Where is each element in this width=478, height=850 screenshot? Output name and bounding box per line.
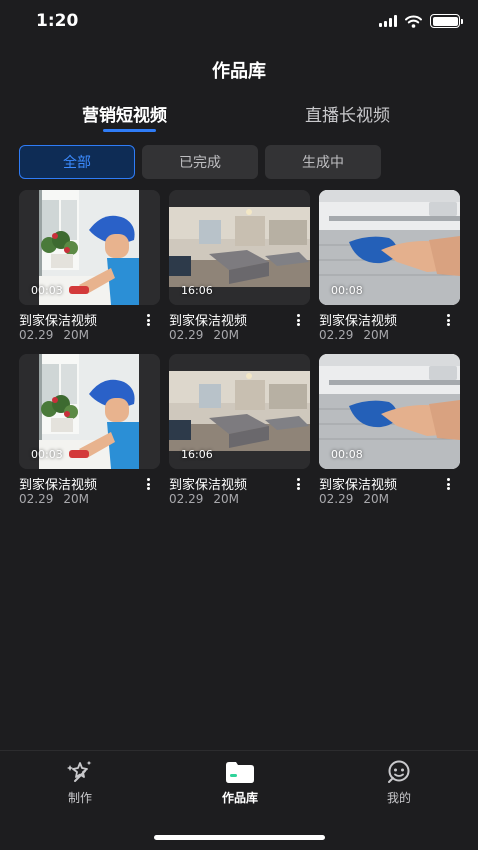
video-meta: 02.29 20M — [19, 492, 89, 506]
status-bar: 1:20 — [0, 0, 478, 44]
video-title: 到家保洁视频 — [169, 314, 248, 329]
nav-label: 我的 — [386, 791, 411, 805]
video-card[interactable]: 00:08 到家保洁视频 02.29 20M — [319, 354, 460, 506]
video-title: 到家保洁视频 — [19, 314, 98, 329]
cellular-signal-icon — [379, 15, 397, 27]
filter-generating-button[interactable]: 生成中 — [265, 145, 381, 179]
video-duration: 16:06 — [181, 448, 213, 461]
tab-marketing-short-video[interactable]: 营销短视频 — [82, 101, 167, 126]
video-title: 到家保洁视频 — [319, 478, 398, 493]
nav-item-library[interactable]: 作品库 — [200, 759, 280, 806]
folder-icon — [226, 762, 254, 783]
video-card[interactable]: 00:03 到家保洁视频 02.29 20M — [19, 190, 160, 342]
video-meta: 02.29 20M — [169, 492, 239, 506]
video-duration: 00:08 — [331, 448, 363, 461]
video-size: 20M — [63, 328, 89, 342]
page-title: 作品库 — [212, 61, 266, 82]
video-duration: 00:08 — [331, 284, 363, 297]
video-card[interactable]: 00:03 到家保洁视频 02.29 20M — [19, 354, 160, 506]
status-icons — [379, 14, 463, 28]
video-title: 到家保洁视频 — [319, 314, 398, 329]
home-indicator — [154, 835, 325, 840]
filter-all-button[interactable]: 全部 — [19, 145, 135, 179]
video-title: 到家保洁视频 — [19, 478, 98, 493]
more-options-icon[interactable] — [143, 312, 153, 328]
video-size: 20M — [213, 492, 239, 506]
video-card[interactable]: 16:06 到家保洁视频 02.29 20M — [169, 354, 310, 506]
filter-completed-button[interactable]: 已完成 — [142, 145, 258, 179]
nav-label: 制作 — [67, 791, 92, 805]
video-date: 02.29 — [19, 492, 54, 506]
video-thumbnail[interactable]: 00:08 — [319, 354, 460, 469]
video-thumbnail[interactable]: 00:03 — [19, 190, 160, 305]
user-icon — [388, 760, 410, 783]
video-date: 02.29 — [19, 328, 54, 342]
video-thumbnail[interactable]: 00:08 — [319, 190, 460, 305]
status-time: 1:20 — [36, 11, 79, 31]
video-date: 02.29 — [169, 328, 204, 342]
video-size: 20M — [213, 328, 239, 342]
video-meta: 02.29 20M — [319, 492, 389, 506]
video-meta: 02.29 20M — [19, 328, 89, 342]
video-title: 到家保洁视频 — [169, 478, 248, 493]
video-thumbnail[interactable]: 16:06 — [169, 190, 310, 305]
wifi-icon — [405, 15, 422, 28]
video-thumbnail[interactable]: 16:06 — [169, 354, 310, 469]
video-size: 20M — [363, 492, 389, 506]
tab-live-long-video[interactable]: 直播长视频 — [305, 101, 390, 126]
video-date: 02.29 — [319, 328, 354, 342]
active-tab-indicator — [103, 129, 156, 132]
video-meta: 02.29 20M — [319, 328, 389, 342]
more-options-icon[interactable] — [443, 476, 453, 492]
video-size: 20M — [363, 328, 389, 342]
video-date: 02.29 — [319, 492, 354, 506]
nav-label: 作品库 — [221, 791, 258, 805]
video-card[interactable]: 00:08 到家保洁视频 02.29 20M — [319, 190, 460, 342]
magic-wand-icon — [67, 761, 92, 782]
more-options-icon[interactable] — [443, 312, 453, 328]
more-options-icon[interactable] — [293, 312, 303, 328]
video-duration: 00:03 — [31, 448, 63, 461]
more-options-icon[interactable] — [293, 476, 303, 492]
video-date: 02.29 — [169, 492, 204, 506]
video-duration: 00:03 — [31, 284, 63, 297]
video-size: 20M — [63, 492, 89, 506]
nav-item-create[interactable]: 制作 — [40, 759, 120, 806]
video-meta: 02.29 20M — [169, 328, 239, 342]
video-duration: 16:06 — [181, 284, 213, 297]
battery-icon — [430, 14, 463, 28]
video-card[interactable]: 16:06 到家保洁视频 02.29 20M — [169, 190, 310, 342]
nav-item-profile[interactable]: 我的 — [359, 759, 439, 806]
more-options-icon[interactable] — [143, 476, 153, 492]
video-thumbnail[interactable]: 00:03 — [19, 354, 160, 469]
